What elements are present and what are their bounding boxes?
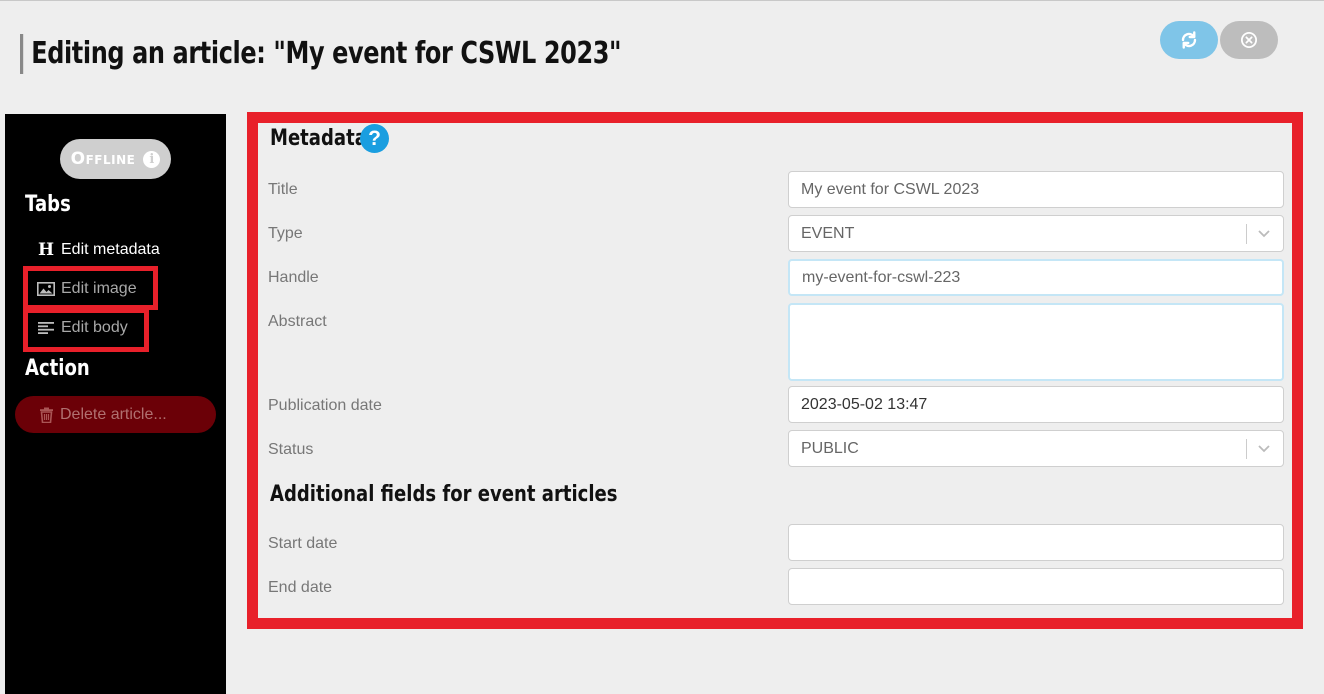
tab-edit-metadata[interactable]: H Edit metadata [37,240,160,260]
metadata-heading: Metadata [270,126,367,151]
title-value: My event for CSWL 2023 [801,180,980,198]
chevron-down-icon [1258,230,1270,238]
trash-icon [40,407,53,423]
publication-date-value: 2023-05-02 13:47 [801,395,928,413]
status-value: PUBLIC [801,439,859,457]
delete-article-button[interactable]: Delete article... [15,396,216,433]
end-date-label: End date [268,579,333,596]
status-badge-offline[interactable]: Offline i [60,139,171,179]
select-separator [1246,224,1247,244]
type-value: EVENT [801,224,855,242]
title-input[interactable]: My event for CSWL 2023 [788,171,1284,208]
refresh-icon [1181,31,1197,49]
chevron-down-icon [1258,445,1270,453]
heading-icon: H [37,240,55,260]
refresh-button[interactable] [1160,21,1218,59]
status-label-field: Status [268,441,314,458]
abstract-textarea[interactable] [788,303,1284,381]
start-date-label: Start date [268,535,338,552]
event-fields-heading: Additional fields for event articles [270,482,618,507]
tabs-heading: Tabs [25,192,71,217]
type-select[interactable]: EVENT [788,215,1284,252]
status-label: Offline [70,149,136,169]
start-date-input[interactable] [788,524,1284,561]
highlight-box-edit-image [23,266,158,310]
handle-value: my-event-for-cswl-223 [802,268,961,286]
publication-date-label: Publication date [268,397,382,414]
top-border [0,0,1324,1]
delete-article-label: Delete article... [60,405,167,423]
type-label: Type [268,225,303,242]
title-label: Title [268,181,298,198]
action-heading: Action [25,356,90,381]
publication-date-input[interactable]: 2023-05-02 13:47 [788,386,1284,423]
abstract-label: Abstract [268,313,327,330]
handle-input[interactable]: my-event-for-cswl-223 [788,259,1284,296]
close-button[interactable] [1220,21,1278,59]
status-select[interactable]: PUBLIC [788,430,1284,467]
highlight-box-edit-body [23,308,149,352]
tab-label: Edit metadata [61,241,160,258]
page-title: Editing an article: "My event for CSWL 2… [20,34,622,74]
select-separator [1246,439,1247,459]
close-circle-icon [1240,31,1258,49]
handle-label: Handle [268,269,319,286]
info-icon: i [143,150,161,168]
help-icon[interactable]: ? [360,124,389,153]
end-date-input[interactable] [788,568,1284,605]
